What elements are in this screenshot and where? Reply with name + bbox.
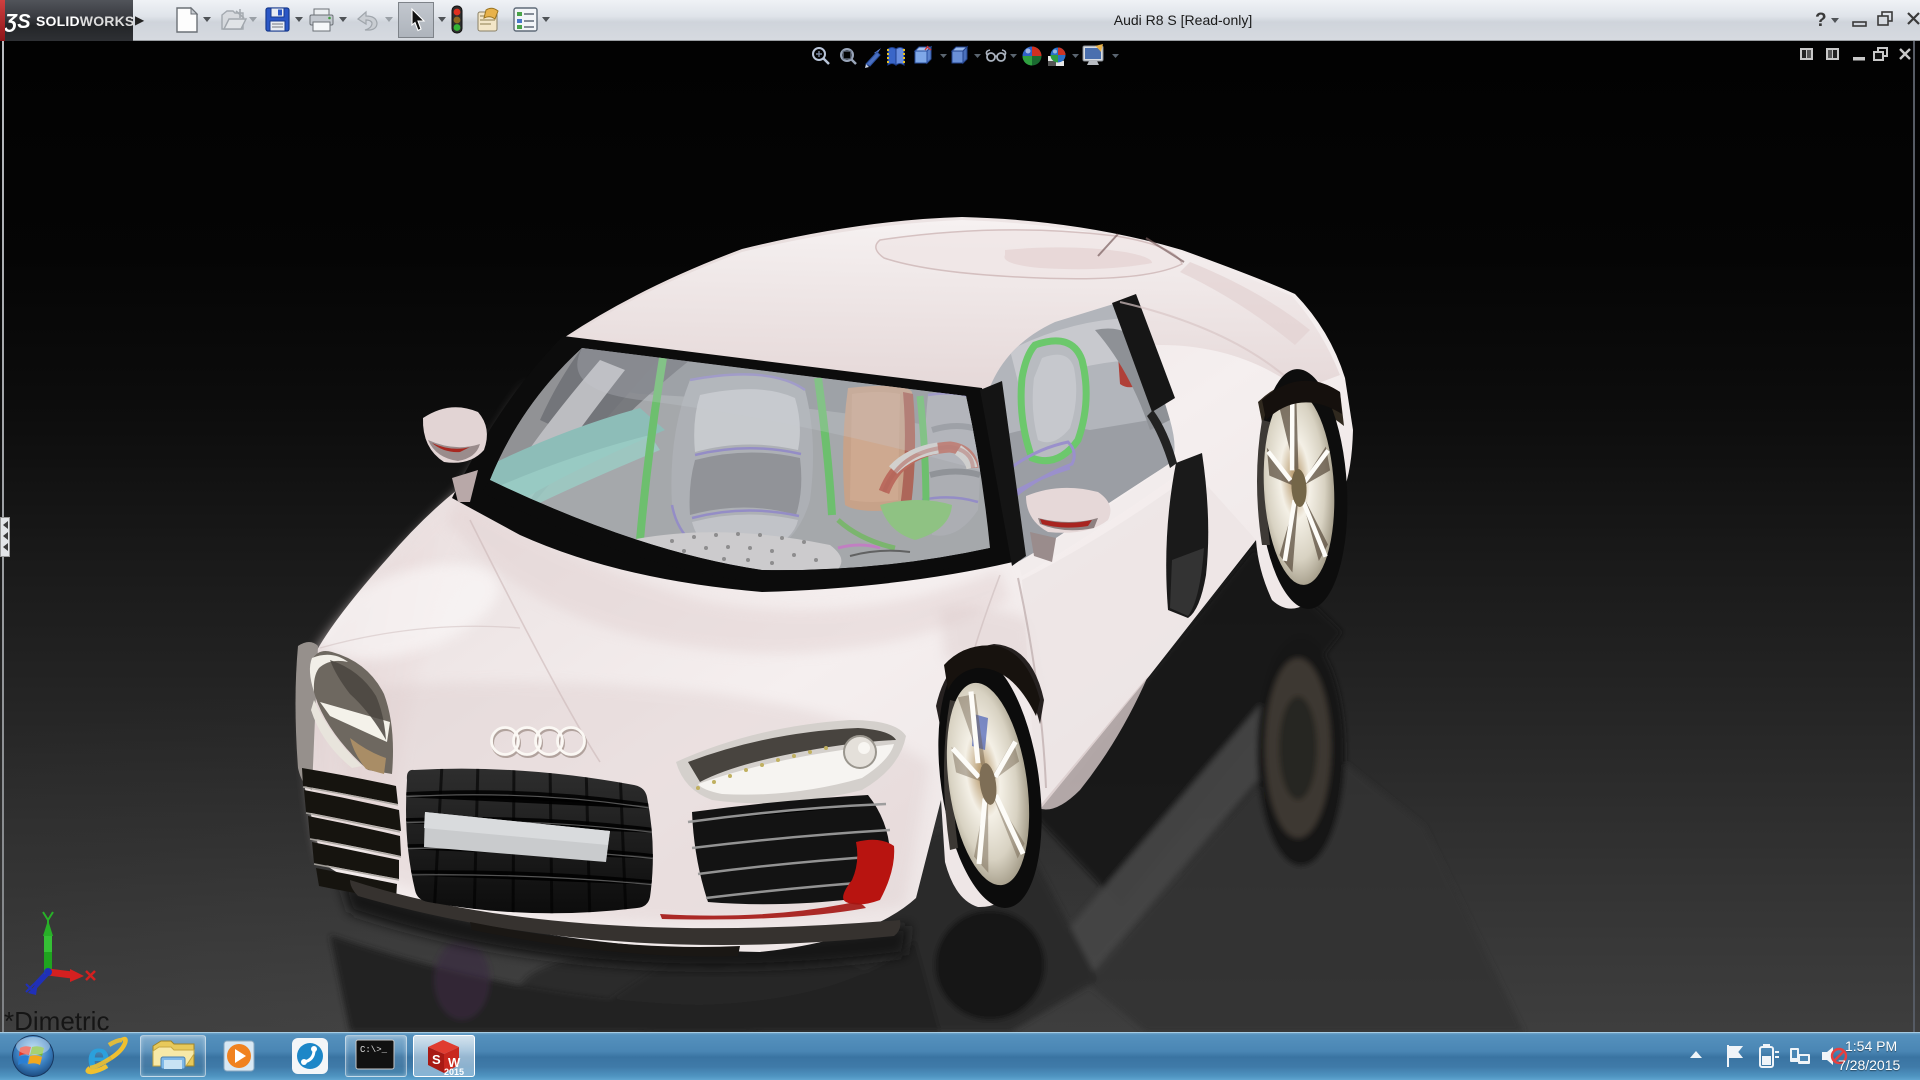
svg-text:S: S <box>432 1052 441 1067</box>
svg-text:2015: 2015 <box>444 1067 464 1077</box>
svg-text:C:\>_: C:\>_ <box>360 1045 388 1055</box>
svg-text:?: ? <box>1815 10 1827 31</box>
